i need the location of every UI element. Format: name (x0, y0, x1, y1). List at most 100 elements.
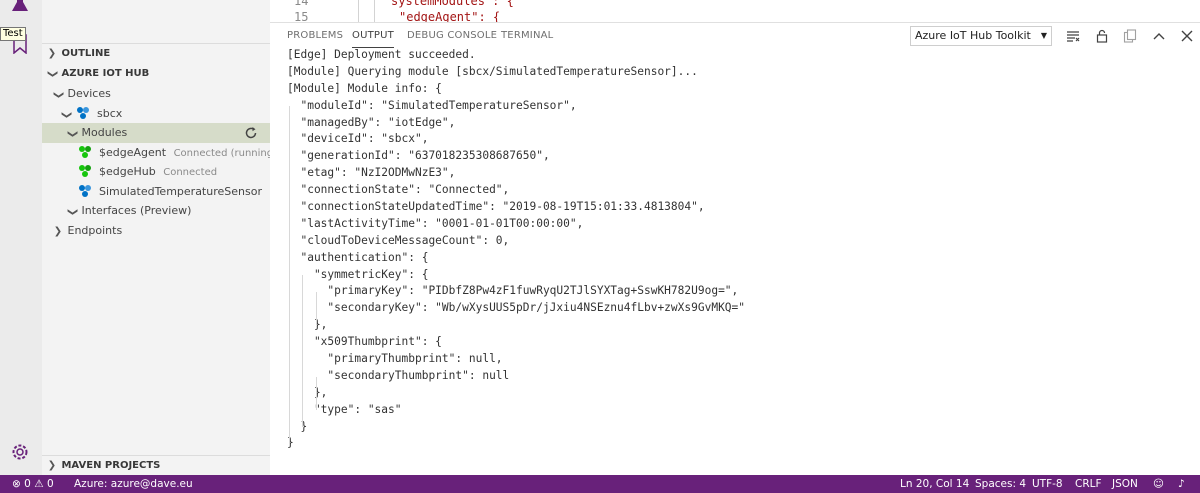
azure-account-status[interactable]: Azure: azure@dave.eu (74, 475, 193, 493)
output-panel: PROBLEMS OUTPUT DEBUG CONSOLE TERMINAL A… (270, 22, 1200, 475)
output-content[interactable]: [Edge] Deployment succeeded. [Module] Que… (287, 47, 1180, 471)
code-line: systemModules": { (391, 0, 514, 8)
indentation-status[interactable]: Spaces: 4 (975, 475, 1026, 493)
tab-problems[interactable]: PROBLEMS (287, 23, 343, 48)
output-line: "primaryThumbprint": null, (287, 352, 503, 366)
output-line: "connectionState": "Connected", (287, 183, 510, 197)
module-status: Connected (163, 167, 218, 178)
tab-debug-console[interactable]: DEBUG CONSOLE (407, 23, 497, 48)
refresh-icon[interactable] (244, 126, 258, 140)
lock-icon[interactable] (1095, 29, 1109, 43)
interfaces-label: Interfaces (Preview) (81, 204, 192, 217)
azure-iot-hub-header-label: AZURE IOT HUB (61, 68, 150, 79)
endpoints-label: Endpoints (67, 224, 123, 237)
chevron-down-icon: ❯ (53, 90, 64, 100)
tree-item-endpoints[interactable]: ❯ Endpoints (42, 221, 270, 241)
warning-count: 0 (46, 478, 54, 490)
problems-status[interactable]: ⊗ 0 ⚠ 0 (12, 475, 54, 493)
chevron-right-icon: ❯ (47, 48, 57, 59)
device-name: sbcx (97, 107, 123, 120)
line-number: 15 (294, 10, 309, 22)
chevron-down-icon: ❯ (61, 110, 72, 120)
open-log-file-icon[interactable] (1123, 29, 1137, 43)
tab-terminal[interactable]: TERMINAL (501, 23, 553, 48)
chevron-down-icon: ❯ (67, 207, 78, 217)
chevron-down-icon: ❯ (47, 69, 58, 79)
flask-icon[interactable] (10, 0, 30, 12)
line-number: 14 (294, 0, 309, 8)
tree-item-module[interactable]: $edgeAgent Connected (running) (42, 143, 277, 163)
status-bar: ⊗ 0 ⚠ 0 Azure: azure@dave.eu Ln 20, Col … (0, 475, 1200, 493)
output-line: "secondaryThumbprint": null (287, 368, 510, 382)
module-icon (78, 185, 91, 197)
cursor-position-status[interactable]: Ln 20, Col 14 (900, 475, 969, 493)
output-line: "symmetricKey": { (287, 267, 429, 281)
encoding-status[interactable]: UTF-8 (1032, 475, 1063, 493)
output-line: "etag": "NzI2ODMwNzE3", (287, 166, 456, 180)
output-line: [Module] Querying module [sbcx/Simulated… (287, 64, 698, 78)
module-name: $edgeHub (99, 165, 156, 178)
tab-output[interactable]: OUTPUT (352, 23, 394, 48)
output-line: } (287, 436, 294, 450)
indent-guide (289, 106, 290, 444)
code-line: "edgeAgent": { (399, 10, 501, 22)
output-line: "managedBy": "iotEdge", (287, 115, 456, 129)
tree-item-interfaces[interactable]: ❯ Interfaces (Preview) (42, 201, 270, 221)
outline-header-label: OUTLINE (61, 48, 111, 59)
output-line: "x509Thumbprint": { (287, 335, 442, 349)
output-line: "lastActivityTime": "0001-01-01T00:00:00… (287, 216, 584, 230)
gear-icon[interactable] (9, 441, 31, 463)
dropdown-arrow-icon: ▼ (1040, 31, 1047, 40)
tree-item-devices[interactable]: ❯ Devices (42, 84, 270, 104)
notifications-bell-icon[interactable]: ♪ (1178, 475, 1185, 493)
maven-header-label: MAVEN PROJECTS (61, 460, 161, 471)
indent-guide (316, 292, 317, 325)
output-line: "connectionStateUpdatedTime": "2019-08-1… (287, 200, 705, 214)
module-connected-icon (78, 146, 91, 158)
error-count: 0 (24, 478, 31, 490)
module-connected-icon (78, 165, 91, 177)
language-mode-status[interactable]: JSON (1112, 475, 1138, 493)
output-channel-select[interactable]: Azure IoT Hub Toolkit ▼ (910, 26, 1052, 46)
output-line: }, (287, 318, 328, 332)
smiley-feedback-icon[interactable]: ☺ (1153, 475, 1164, 493)
close-icon[interactable] (1180, 29, 1194, 43)
error-icon: ⊗ (12, 478, 21, 490)
module-status: Connected (running) (173, 148, 277, 159)
device-icon (76, 107, 89, 119)
output-line: "generationId": "637018235308687650", (287, 149, 550, 163)
editor-area[interactable]: 14 15 systemModules": { "edgeAgent": { (270, 0, 1200, 22)
tree-item-module[interactable]: SimulatedTemperatureSensor (42, 182, 270, 202)
azure-iot-hub-section-header[interactable]: ❯ AZURE IOT HUB (42, 64, 270, 84)
chevron-right-icon: ❯ (47, 460, 57, 471)
indent-guide (316, 377, 317, 410)
output-line: "cloudToDeviceMessageCount": 0, (287, 233, 510, 247)
output-line: "type": "sas" (287, 402, 402, 416)
output-channel-value: Azure IoT Hub Toolkit (915, 29, 1031, 42)
tree-item-modules[interactable]: ❯ Modules (42, 123, 270, 143)
modules-label: Modules (81, 126, 128, 139)
tree-item-module[interactable]: $edgeHub Connected (42, 162, 270, 182)
tree-item-device[interactable]: ❯ sbcx (42, 104, 270, 124)
side-bar: ❯ OUTLINE ❯ AZURE IOT HUB ❯ Devices ❯ sb… (42, 0, 277, 476)
warning-icon: ⚠ (34, 478, 44, 490)
devices-label: Devices (67, 87, 111, 100)
indent-guide (358, 0, 359, 22)
chevron-down-icon: ❯ (67, 129, 78, 139)
maximize-panel-icon[interactable] (1152, 29, 1166, 43)
outline-section-header[interactable]: ❯ OUTLINE (42, 44, 270, 64)
output-lines: [Edge] Deployment succeeded. [Module] Que… (287, 47, 1180, 452)
output-line: }, (287, 385, 328, 399)
clear-output-icon[interactable] (1066, 29, 1080, 43)
output-line: [Edge] Deployment succeeded. (287, 48, 476, 61)
maven-projects-section-header[interactable]: ❯ MAVEN PROJECTS (42, 456, 270, 476)
chevron-right-icon: ❯ (53, 226, 63, 237)
indent-guide (302, 275, 303, 427)
output-line: } (287, 419, 308, 433)
module-name: $edgeAgent (99, 146, 167, 159)
output-line: [Module] Module info: { (287, 81, 442, 95)
output-line: "primaryKey": "PIDbfZ8Pw4zF1fuwRyqU2TJlS… (287, 284, 739, 298)
module-name: SimulatedTemperatureSensor (99, 185, 262, 198)
eol-status[interactable]: CRLF (1075, 475, 1102, 493)
output-line: "moduleId": "SimulatedTemperatureSensor"… (287, 98, 577, 112)
